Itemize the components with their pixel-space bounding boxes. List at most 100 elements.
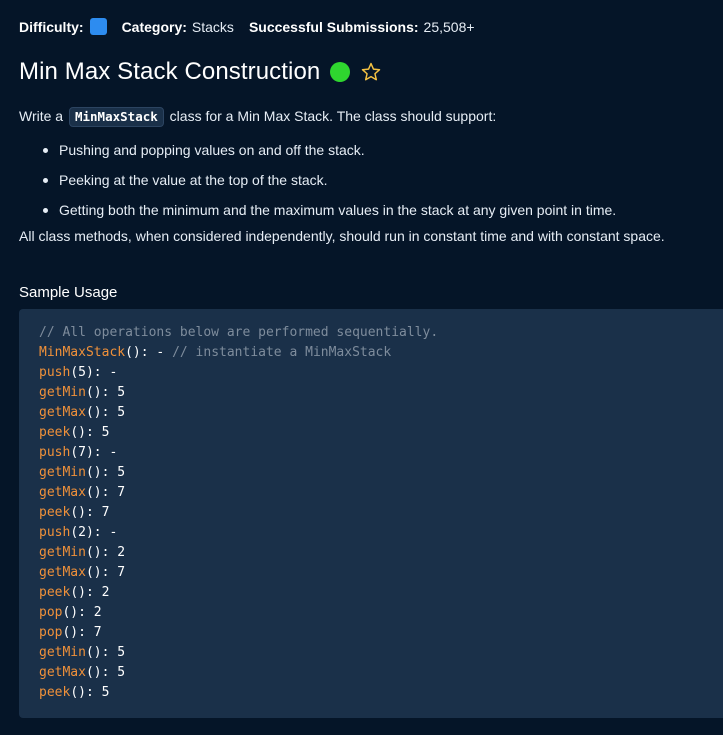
submissions-meta: Successful Submissions: 25,508+ (249, 19, 475, 35)
code-line: peek(): 5 (39, 683, 723, 703)
code-call-args: (): (85, 405, 118, 420)
code-function-name: push (39, 525, 71, 540)
code-function-name: getMax (39, 665, 86, 680)
code-comment-line: // All operations below are performed se… (39, 325, 439, 340)
code-result: 7 (117, 485, 126, 500)
difficulty-badge (89, 18, 107, 35)
star-outline-icon[interactable] (360, 61, 382, 83)
code-result: 5 (117, 385, 126, 400)
code-line: getMax(): 7 (39, 563, 723, 583)
code-function-name: getMin (39, 645, 86, 660)
code-function-name: push (39, 365, 71, 380)
category-meta: Category: Stacks (122, 19, 234, 35)
code-line: push(7): - (39, 443, 723, 463)
code-call-args: (): (70, 505, 102, 520)
code-line: peek(): 2 (39, 583, 723, 603)
code-call-args: (): (62, 625, 94, 640)
code-result: - (109, 525, 118, 540)
code-call-args: (2): (70, 525, 110, 540)
code-result: 7 (101, 505, 110, 520)
code-function-name: pop (39, 605, 63, 620)
submissions-value: 25,508+ (423, 18, 475, 35)
code-result: 7 (93, 625, 102, 640)
list-item: Peeking at the value at the top of the s… (19, 165, 719, 195)
code-result: - (109, 445, 118, 460)
question-page: Difficulty: Category: Stacks Successful … (0, 0, 723, 735)
code-result: 5 (117, 645, 126, 660)
code-call-args: (): (70, 425, 102, 440)
code-call-args: (): (85, 565, 118, 580)
code-call-args: (7): (70, 445, 110, 460)
code-function-name: getMax (39, 565, 86, 580)
code-function-name: getMax (39, 485, 86, 500)
code-line: push(2): - (39, 523, 723, 543)
difficulty-label: Difficulty: (19, 18, 84, 35)
list-item: Getting both the minimum and the maximum… (19, 195, 719, 225)
code-result: - (109, 365, 118, 380)
feature-list: Pushing and popping values on and off th… (19, 135, 719, 225)
code-line: pop(): 7 (39, 623, 723, 643)
list-item: Pushing and popping values on and off th… (19, 135, 719, 165)
difficulty-meta: Difficulty: (19, 18, 107, 35)
sample-usage-code-block: // All operations below are performed se… (19, 309, 723, 718)
intro-after-text: class for a Min Max Stack. The class sho… (169, 108, 497, 124)
intro-before-text: Write a (19, 108, 64, 124)
description-intro: Write a MinMaxStack class for a Min Max … (19, 105, 719, 135)
category-value: Stacks (191, 18, 234, 35)
code-call-args: (): (70, 585, 102, 600)
code-inline-comment: // instantiate a MinMaxStack (172, 345, 392, 360)
code-call-args: (): (70, 685, 102, 700)
code-function-name: getMin (39, 385, 86, 400)
code-function-name: push (39, 445, 71, 460)
code-result: 2 (101, 585, 110, 600)
code-call-args: (5): (70, 365, 110, 380)
code-line: getMin(): 2 (39, 543, 723, 563)
code-function-name: peek (39, 425, 71, 440)
code-line: push(5): - (39, 363, 723, 383)
class-name-code: MinMaxStack (68, 107, 164, 127)
code-result: 2 (93, 605, 102, 620)
code-function-name: peek (39, 505, 71, 520)
code-function-name: getMin (39, 545, 86, 560)
question-meta: Difficulty: Category: Stacks Successful … (19, 18, 490, 35)
code-call-args: (): (85, 385, 118, 400)
code-line: peek(): 7 (39, 503, 723, 523)
code-result: 5 (117, 665, 126, 680)
sample-usage-heading: Sample Usage (19, 284, 118, 301)
code-result: 7 (117, 565, 126, 580)
code-line: getMin(): 5 (39, 463, 723, 483)
code-line: getMax(): 5 (39, 663, 723, 683)
page-title: Min Max Stack Construction (19, 58, 321, 85)
code-result: 5 (117, 405, 126, 420)
code-result: 5 (101, 685, 110, 700)
category-label: Category: (121, 18, 187, 35)
code-result: 2 (117, 545, 126, 560)
code-line: peek(): 5 (39, 423, 723, 443)
code-function-name: peek (39, 585, 71, 600)
code-call-args: (): (62, 605, 94, 620)
code-call-args: (): (85, 465, 118, 480)
code-line: getMax(): 5 (39, 403, 723, 423)
code-line: getMin(): 5 (39, 643, 723, 663)
code-function-name: peek (39, 685, 71, 700)
code-function-name: getMin (39, 465, 86, 480)
completed-status-icon (330, 62, 351, 82)
description-closing: All class methods, when considered indep… (19, 228, 665, 244)
code-line: pop(): 2 (39, 603, 723, 623)
code-call-args: (): (85, 665, 118, 680)
submissions-label: Successful Submissions: (248, 18, 419, 35)
star-outline-icon-svg (362, 62, 381, 81)
code-result: 5 (101, 425, 110, 440)
code-line: getMax(): 7 (39, 483, 723, 503)
code-function-name: pop (39, 625, 63, 640)
code-function-name: MinMaxStack (39, 345, 126, 360)
code-result: 5 (117, 465, 126, 480)
title-row: Min Max Stack Construction (19, 58, 382, 86)
code-call-args: (): (125, 345, 157, 360)
code-call-args: (): (85, 485, 118, 500)
code-line: MinMaxStack(): - // instantiate a MinMax… (39, 343, 723, 363)
code-call-args: (): (85, 645, 118, 660)
code-call-args: (): (85, 545, 118, 560)
code-line: getMin(): 5 (39, 383, 723, 403)
